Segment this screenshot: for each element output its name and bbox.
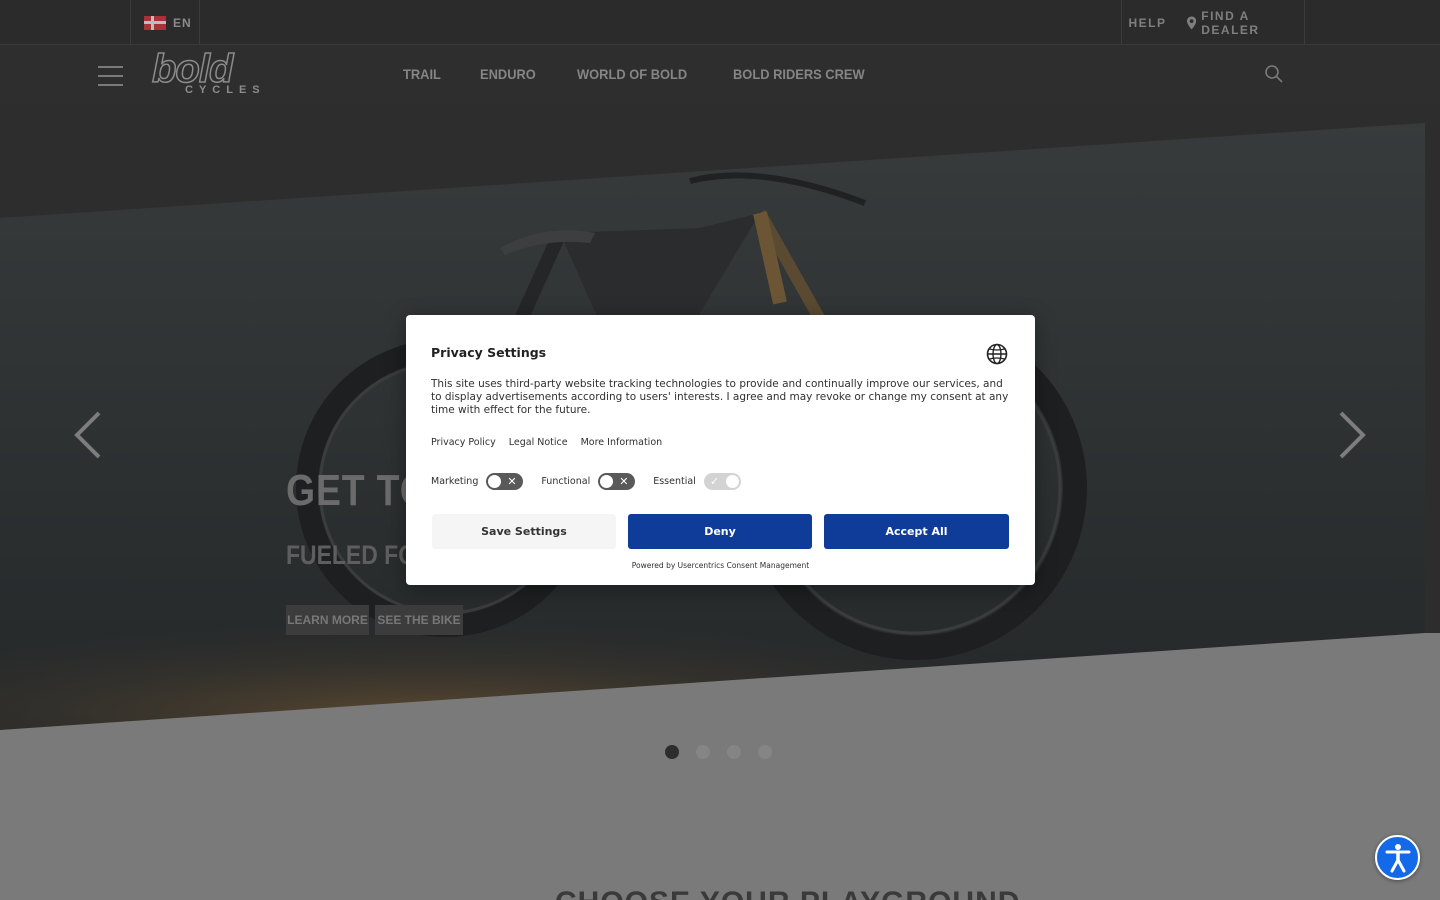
functional-toggle[interactable]: ✕ bbox=[598, 472, 636, 490]
privacy-policy-link[interactable]: Privacy Policy bbox=[431, 437, 496, 448]
section-heading: CHOOSE YOUR PLAYGROUND bbox=[555, 886, 1020, 900]
nav-link-enduro[interactable]: ENDURO bbox=[480, 66, 536, 82]
learn-more-button[interactable]: LEARN MORE bbox=[286, 605, 369, 635]
help-link[interactable]: HELP bbox=[1121, 0, 1173, 45]
dialog-description: This site uses third-party website track… bbox=[431, 378, 1009, 416]
search-icon[interactable] bbox=[1264, 64, 1284, 84]
slide-dot[interactable] bbox=[758, 745, 772, 759]
language-code: EN bbox=[173, 15, 192, 30]
top-bar: EN HELP FIND A DEALER bbox=[0, 0, 1440, 45]
slide-dot[interactable] bbox=[696, 745, 710, 759]
find-dealer-label: FIND A DEALER bbox=[1201, 8, 1260, 37]
logo-subtitle: CYCLES bbox=[185, 84, 266, 96]
powered-by-text: Powered by Usercentrics Consent Manageme… bbox=[631, 561, 810, 570]
nav-link-trail[interactable]: TRAIL bbox=[403, 66, 441, 82]
chevron-right-icon[interactable] bbox=[1337, 410, 1367, 460]
dialog-links: Privacy Policy Legal Notice More Informa… bbox=[431, 437, 662, 448]
legal-notice-link[interactable]: Legal Notice bbox=[509, 437, 568, 448]
nav-link-bold-riders-crew[interactable]: BOLD RIDERS CREW bbox=[733, 66, 865, 82]
flag-icon bbox=[144, 15, 166, 30]
slide-dot[interactable] bbox=[727, 745, 741, 759]
accessibility-button[interactable] bbox=[1375, 835, 1420, 880]
globe-icon[interactable] bbox=[986, 343, 1008, 365]
slide-dot[interactable] bbox=[665, 745, 679, 759]
more-information-link[interactable]: More Information bbox=[581, 437, 663, 448]
accessibility-icon bbox=[1385, 843, 1410, 872]
save-settings-button[interactable]: Save Settings bbox=[432, 514, 616, 549]
essential-toggle-label: Essential bbox=[653, 475, 696, 487]
privacy-settings-dialog: Privacy Settings This site uses third-pa… bbox=[406, 315, 1035, 585]
location-pin-icon bbox=[1187, 16, 1197, 29]
nav-links: TRAIL ENDURO WORLD OF BOLD BOLD RIDERS C… bbox=[403, 45, 876, 103]
nav-link-world-of-bold[interactable]: WORLD OF BOLD bbox=[577, 66, 687, 82]
consent-toggles: Marketing ✕ Functional ✕ Essential ✓ bbox=[431, 472, 759, 490]
find-dealer-link[interactable]: FIND A DEALER bbox=[1176, 0, 1305, 45]
language-selector[interactable]: EN bbox=[130, 0, 200, 45]
accept-all-button[interactable]: Accept All bbox=[824, 514, 1009, 549]
marketing-toggle-label: Marketing bbox=[431, 475, 479, 487]
functional-toggle-label: Functional bbox=[541, 475, 591, 487]
marketing-toggle[interactable]: ✕ bbox=[486, 472, 524, 490]
see-the-bike-button[interactable]: SEE THE BIKE bbox=[375, 605, 463, 635]
brand-logo[interactable]: bold CYCLES bbox=[150, 46, 312, 100]
dialog-title: Privacy Settings bbox=[431, 345, 547, 360]
main-navigation: bold CYCLES TRAIL ENDURO WORLD OF BOLD B… bbox=[0, 45, 1440, 103]
chevron-left-icon[interactable] bbox=[73, 410, 103, 460]
essential-toggle: ✓ bbox=[703, 472, 741, 490]
slider-pagination bbox=[665, 745, 772, 759]
hamburger-menu-icon[interactable] bbox=[98, 66, 123, 86]
deny-button[interactable]: Deny bbox=[628, 514, 812, 549]
